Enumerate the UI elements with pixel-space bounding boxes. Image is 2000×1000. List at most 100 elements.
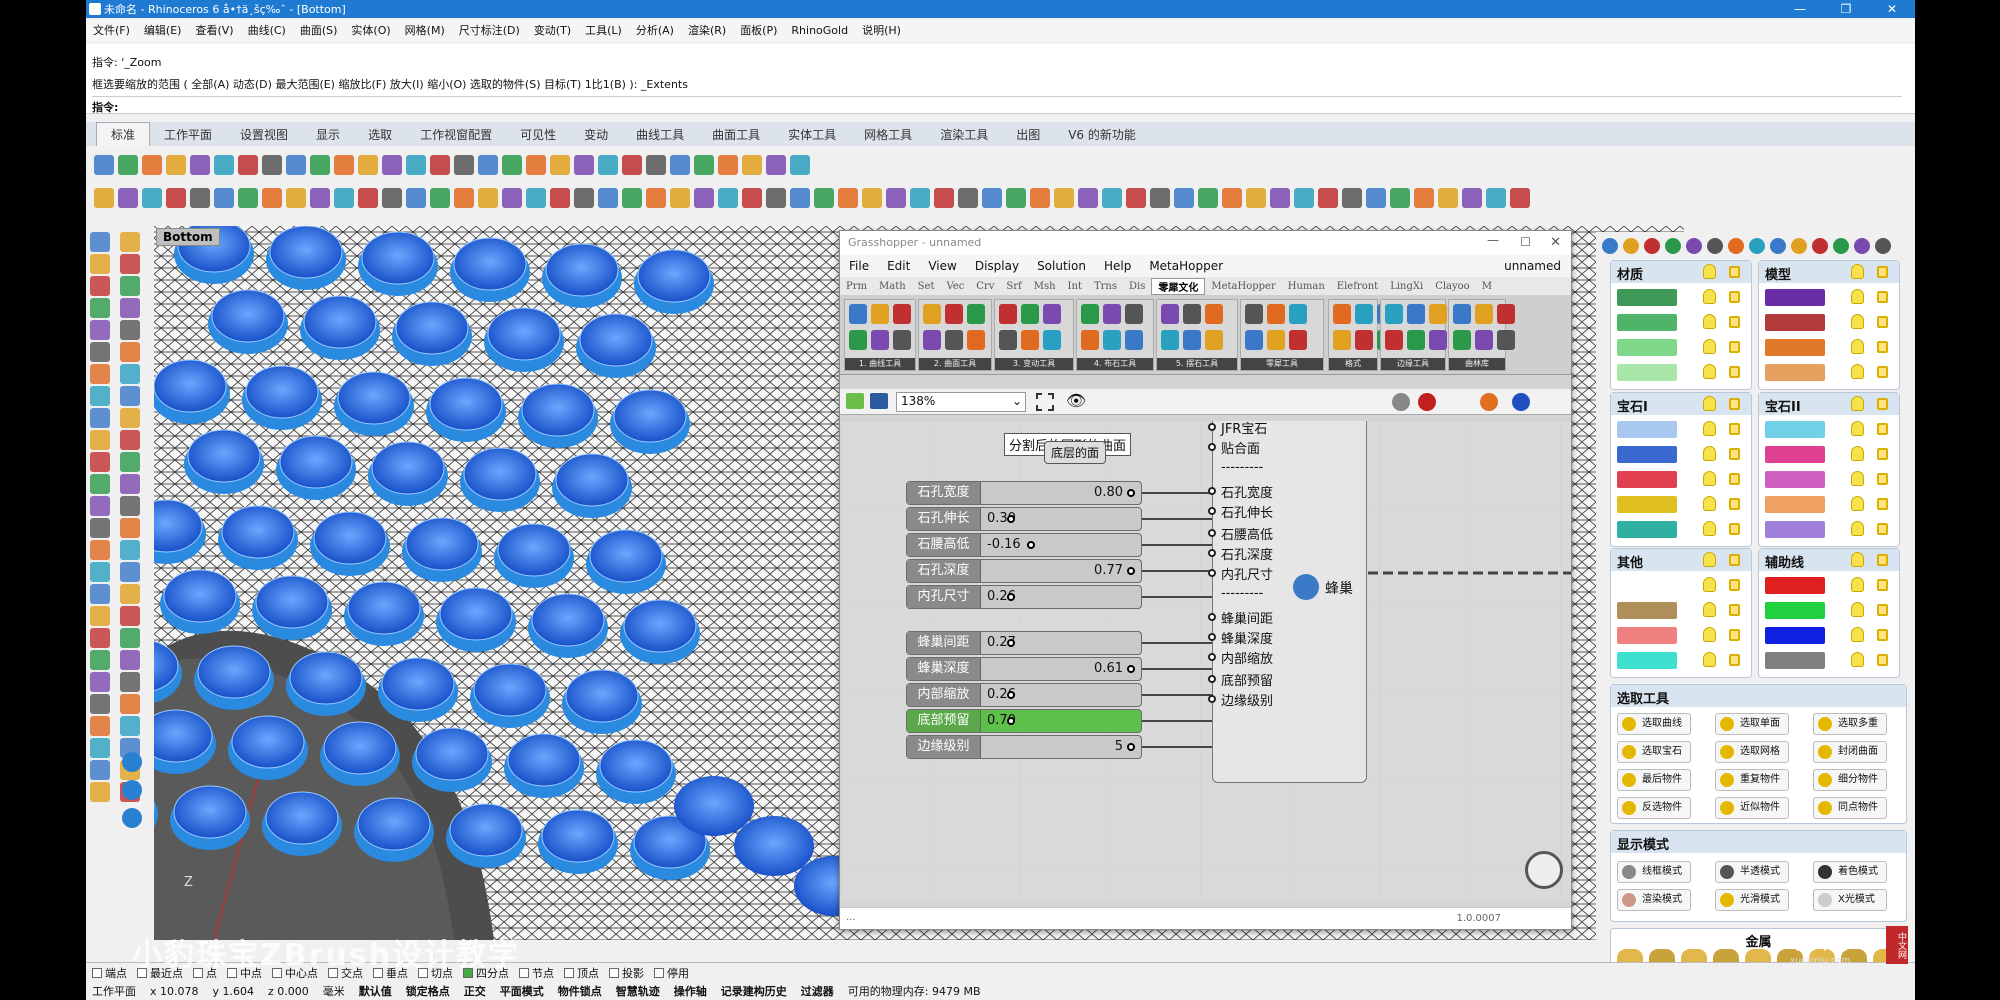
gh-component-input[interactable]: 石孔伸长	[1221, 502, 1273, 521]
lock-icon[interactable]	[1877, 316, 1888, 328]
gh-component-icon[interactable]	[1021, 304, 1039, 324]
gh-component-icon[interactable]	[893, 330, 911, 350]
left-tool-icon[interactable]	[90, 518, 110, 538]
gh-honeycomb-component[interactable]: JFR宝石 贴合面 --------- 石孔宽度 石孔伸长 石腰高低 石孔深度 内孔尺寸 ---…	[1208, 421, 1367, 783]
gh-component-icon[interactable]	[1205, 330, 1223, 350]
toolbar-tool-icon[interactable]	[334, 155, 354, 175]
left-tool-icon[interactable]	[90, 298, 110, 318]
left-tool-icon[interactable]	[90, 540, 110, 560]
toolbar-tool-icon[interactable]	[1054, 188, 1074, 208]
gh-input-grip-icon[interactable]	[1208, 695, 1216, 703]
menu-file[interactable]: 文件(F)	[86, 22, 137, 38]
gh-component-icon[interactable]	[1497, 330, 1515, 350]
layer-color-swatch[interactable]	[1765, 339, 1825, 356]
lock-icon[interactable]	[1729, 423, 1740, 435]
gh-number-slider[interactable]: 石孔伸长 0.30	[906, 507, 1142, 531]
status-field[interactable]: 操作轴	[674, 983, 707, 999]
gh-open-icon[interactable]	[846, 393, 864, 409]
toolbar-tool-icon[interactable]	[694, 188, 714, 208]
gh-component-icon[interactable]	[967, 330, 985, 350]
tab-transform[interactable]: 变动	[570, 123, 622, 146]
toolbar-tool-icon[interactable]	[718, 155, 738, 175]
left-tool-icon[interactable]	[120, 276, 140, 296]
left-tool-icon[interactable]	[120, 562, 140, 582]
tab-select[interactable]: 选取	[354, 123, 406, 146]
lock-icon[interactable]	[1729, 341, 1740, 353]
gh-tab[interactable]: Trns	[1088, 281, 1123, 292]
left-tool-icon[interactable]	[90, 342, 110, 362]
minimize-button[interactable]: —	[1777, 0, 1823, 18]
status-field[interactable]: 默认值	[359, 983, 392, 999]
lock-icon[interactable]	[1877, 266, 1888, 278]
light-bulb-icon[interactable]	[1703, 364, 1716, 379]
toolbar-tool-icon[interactable]	[286, 188, 306, 208]
toolbar-tool-icon[interactable]	[718, 188, 738, 208]
toolbar-tool-icon[interactable]	[1150, 188, 1170, 208]
toolbar-tool-icon[interactable]	[526, 188, 546, 208]
left-tool-icon[interactable]	[90, 496, 110, 516]
left-tool-icon[interactable]	[120, 584, 140, 604]
toolbar-tool-icon[interactable]	[310, 155, 330, 175]
light-bulb-icon[interactable]	[1703, 602, 1716, 617]
command-prompt[interactable]: 指令:	[92, 96, 1902, 115]
toolbar-tool-icon[interactable]	[814, 188, 834, 208]
gh-component-input[interactable]: 边缘级别	[1221, 690, 1273, 709]
gh-component-icon[interactable]	[999, 330, 1017, 350]
tab-v6-new[interactable]: V6 的新功能	[1054, 123, 1150, 146]
gh-component-icon[interactable]	[1429, 330, 1447, 350]
gh-input-grip-icon[interactable]	[1208, 613, 1216, 621]
toolbar-tool-icon[interactable]	[958, 188, 978, 208]
osnap-checkbox[interactable]: 节点	[519, 965, 554, 981]
select-tool-button[interactable]: 选取网格	[1715, 741, 1789, 763]
gh-component-icon[interactable]	[1333, 304, 1351, 324]
display-mode-button[interactable]: 线框模式	[1617, 861, 1691, 883]
lock-icon[interactable]	[1877, 579, 1888, 591]
gh-component-icon[interactable]	[1453, 330, 1471, 350]
light-bulb-icon[interactable]	[1851, 339, 1864, 354]
left-tool-icon[interactable]	[90, 738, 110, 758]
display-mode-button[interactable]: 着色模式	[1813, 861, 1887, 883]
layer-color-swatch[interactable]	[1617, 471, 1677, 488]
osnap-gear-icon[interactable]	[122, 780, 142, 800]
light-bulb-icon[interactable]	[1851, 521, 1864, 536]
left-tool-icon[interactable]	[90, 276, 110, 296]
menu-transform[interactable]: 变动(T)	[527, 22, 578, 38]
toolbar-tool-icon[interactable]	[166, 155, 186, 175]
gh-tab[interactable]: Msh	[1028, 281, 1062, 292]
display-mode-button[interactable]: 光滑模式	[1715, 889, 1789, 911]
status-field[interactable]: 智慧轨迹	[616, 983, 660, 999]
gh-number-slider[interactable]: 内部缩放 0.26	[906, 683, 1142, 707]
toolbar-tool-icon[interactable]	[574, 188, 594, 208]
toolbar-tool-icon[interactable]	[766, 155, 786, 175]
gh-zoom-select[interactable]: 138% ⌄	[896, 392, 1026, 412]
gh-menu-help[interactable]: Help	[1095, 259, 1140, 273]
left-tool-icon[interactable]	[120, 232, 140, 252]
gh-component-input[interactable]: 蜂巢深度	[1221, 628, 1273, 647]
toolbar-tool-icon[interactable]	[94, 188, 114, 208]
left-tool-icon[interactable]	[90, 430, 110, 450]
tab-drafting[interactable]: 出图	[1002, 123, 1054, 146]
lock-icon[interactable]	[1877, 473, 1888, 485]
layer-color-swatch[interactable]	[1765, 602, 1825, 619]
toolbar-tool-icon[interactable]	[766, 188, 786, 208]
gh-component-icon[interactable]	[1267, 304, 1285, 324]
tab-display[interactable]: 显示	[302, 123, 354, 146]
layer-color-swatch[interactable]	[1765, 627, 1825, 644]
lock-icon[interactable]	[1729, 291, 1740, 303]
light-bulb-icon[interactable]	[1703, 496, 1716, 511]
toolbar-tool-icon[interactable]	[1510, 188, 1530, 208]
layer-color-swatch[interactable]	[1617, 421, 1677, 438]
menu-panels[interactable]: 面板(P)	[733, 22, 784, 38]
gh-number-slider[interactable]: 内孔尺寸 0.26	[906, 585, 1142, 609]
menu-mesh[interactable]: 网格(M)	[398, 22, 452, 38]
gh-number-slider[interactable]: 石孔宽度 0.80	[906, 481, 1142, 505]
layer-color-swatch[interactable]	[1765, 364, 1825, 381]
light-bulb-icon[interactable]	[1703, 471, 1716, 486]
layer-color-swatch[interactable]	[1765, 652, 1825, 669]
toolbar-tool-icon[interactable]	[358, 188, 378, 208]
menu-edit[interactable]: 编辑(E)	[137, 22, 189, 38]
toolbar-tool-icon[interactable]	[214, 188, 234, 208]
left-tool-icon[interactable]	[90, 628, 110, 648]
left-tool-icon[interactable]	[90, 254, 110, 274]
lock-icon[interactable]	[1729, 604, 1740, 616]
